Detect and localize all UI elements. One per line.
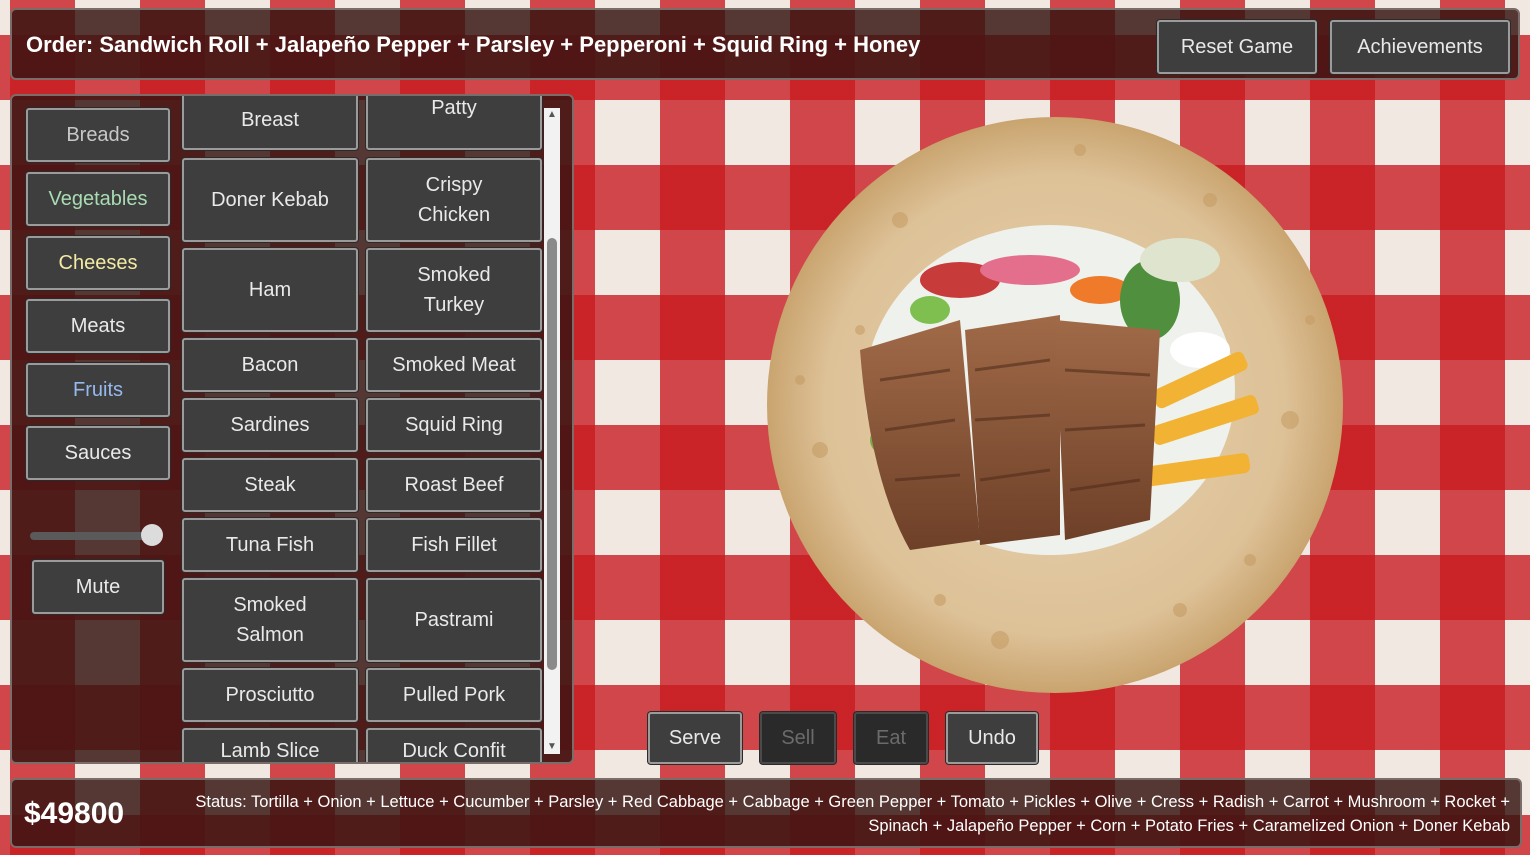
item-ham-button[interactable]: Ham — [182, 248, 358, 332]
item-duck-confit-button[interactable]: Duck Confit — [366, 728, 542, 762]
eat-button[interactable]: Eat — [854, 712, 928, 764]
volume-slider-handle[interactable] — [140, 524, 163, 546]
item-bacon-button[interactable]: Bacon — [182, 338, 358, 392]
item-fish-fillet-button[interactable]: Fish Fillet — [366, 518, 542, 572]
undo-button[interactable]: Undo — [946, 712, 1038, 764]
serve-button[interactable]: Serve — [648, 712, 742, 764]
reset-game-button[interactable]: Reset Game — [1157, 20, 1317, 74]
category-vegetables-button[interactable]: Vegetables — [26, 172, 170, 226]
category-cheeses-button[interactable]: Cheeses — [26, 236, 170, 290]
item-smoked-turkey-button[interactable]: Smoked Turkey — [366, 248, 542, 332]
sell-button[interactable]: Sell — [760, 712, 836, 764]
item-pastrami-button[interactable]: Pastrami — [366, 578, 542, 662]
achievements-button[interactable]: Achievements — [1330, 20, 1510, 74]
item-pulled-pork-button[interactable]: Pulled Pork — [366, 668, 542, 722]
item-list-scrollbar[interactable]: ▲ ▼ — [544, 108, 560, 754]
category-fruits-button[interactable]: Fruits — [26, 363, 170, 417]
item-prosciutto-button[interactable]: Prosciutto — [182, 668, 358, 722]
money-balance: $49800 — [24, 797, 125, 830]
status-bar: $49800 Status: Tortilla + Onion + Lettuc… — [10, 778, 1522, 848]
scroll-down-arrow-icon[interactable]: ▼ — [546, 740, 558, 754]
vegetables — [870, 238, 1230, 460]
item-sardines-button[interactable]: Sardines — [182, 398, 358, 452]
scrollbar-thumb[interactable] — [547, 238, 557, 670]
item-smoked-salmon-button[interactable]: Smoked Salmon — [182, 578, 358, 662]
tortilla — [767, 117, 1343, 693]
doner-kebab-slices — [860, 315, 1160, 550]
salad-base — [865, 225, 1235, 555]
item-squid-ring-button[interactable]: Squid Ring — [366, 398, 542, 452]
category-meats-button[interactable]: Meats — [26, 299, 170, 353]
order-bar: Order: Sandwich Roll + Jalapeño Pepper +… — [10, 8, 1520, 80]
volume-slider[interactable] — [30, 532, 158, 540]
item-breast-button[interactable]: Breast — [182, 96, 358, 150]
category-sauces-button[interactable]: Sauces — [26, 426, 170, 480]
item-tuna-fish-button[interactable]: Tuna Fish — [182, 518, 358, 572]
category-breads-button[interactable]: Breads — [26, 108, 170, 162]
ingredient-panel: Breads Vegetables Cheeses Meats Fruits S… — [10, 94, 574, 764]
item-lamb-slice-button[interactable]: Lamb Slice — [182, 728, 358, 762]
mute-button[interactable]: Mute — [32, 560, 164, 614]
item-roast-beef-button[interactable]: Roast Beef — [366, 458, 542, 512]
item-steak-button[interactable]: Steak — [182, 458, 358, 512]
potato-fries — [1139, 351, 1259, 487]
order-text: Order: Sandwich Roll + Jalapeño Pepper +… — [26, 32, 921, 57]
item-patty-button[interactable]: Patty — [366, 96, 542, 150]
status-text: Status: Tortilla + Onion + Lettuce + Cuc… — [195, 793, 1510, 835]
item-doner-kebab-button[interactable]: Doner Kebab — [182, 158, 358, 242]
scroll-up-arrow-icon[interactable]: ▲ — [546, 108, 558, 122]
item-crispy-chicken-button[interactable]: Crispy Chicken — [366, 158, 542, 242]
item-smoked-meat-button[interactable]: Smoked Meat — [366, 338, 542, 392]
